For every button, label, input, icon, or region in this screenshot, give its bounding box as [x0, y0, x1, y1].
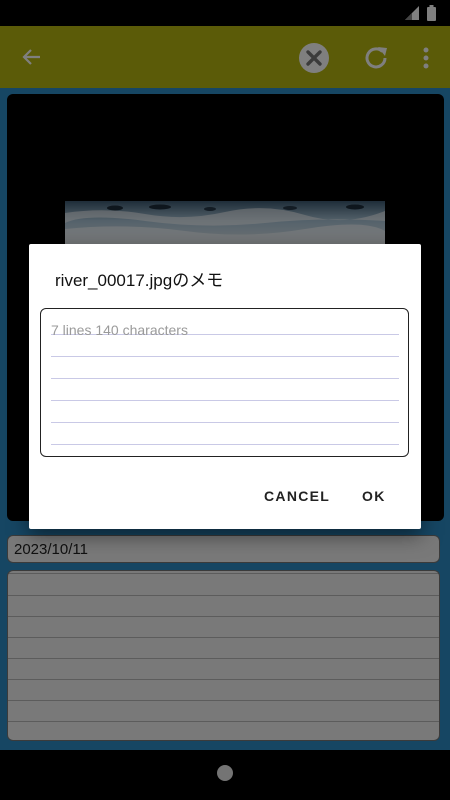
- cancel-button[interactable]: CANCEL: [264, 488, 330, 504]
- memo-input[interactable]: 7 lines 140 characters: [40, 308, 409, 457]
- dialog-title: river_00017.jpgのメモ: [55, 271, 224, 290]
- memo-dialog: river_00017.jpgのメモ 7 lines 140 character…: [29, 244, 421, 529]
- memo-placeholder: 7 lines 140 characters: [51, 322, 188, 338]
- ok-button[interactable]: OK: [362, 488, 386, 504]
